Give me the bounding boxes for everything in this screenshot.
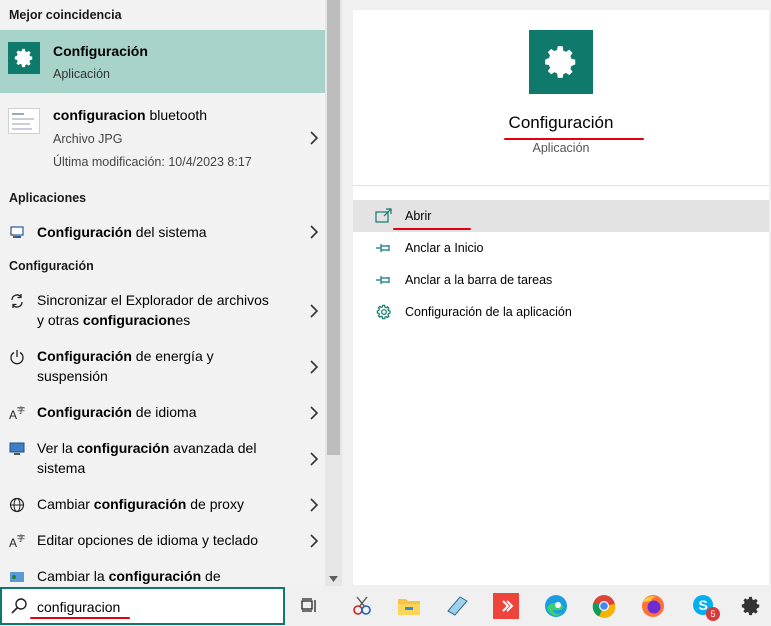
result-label: Cambiar configuración de proxy bbox=[37, 496, 244, 512]
result-label: Sincronizar el Explorador de archivos y o… bbox=[37, 292, 269, 328]
action-label: Configuración de la aplicación bbox=[405, 305, 572, 319]
svg-text:A: A bbox=[9, 408, 17, 421]
result-language-settings[interactable]: A字 Configuración de idioma bbox=[0, 402, 325, 426]
file-explorer-icon[interactable] bbox=[394, 591, 424, 621]
result-label: Ver la configuración avanzada del sistema bbox=[37, 440, 257, 476]
svg-text:字: 字 bbox=[17, 533, 25, 543]
start-menu-search: Mejor coincidencia Configuración Aplicac… bbox=[0, 0, 771, 626]
app-type: Aplicación bbox=[532, 141, 590, 155]
results-scrollbar[interactable] bbox=[325, 0, 342, 586]
result-label: Configuración del sistema bbox=[37, 224, 207, 240]
action-label: Abrir bbox=[405, 209, 432, 223]
task-view-icon[interactable] bbox=[295, 591, 325, 621]
document-modified: Última modificación: 10/4/2023 8:17 bbox=[53, 155, 252, 169]
snipping-tool-icon[interactable] bbox=[347, 591, 377, 621]
annotation-underline bbox=[393, 228, 471, 230]
sync-icon bbox=[8, 292, 26, 310]
globe-icon bbox=[8, 496, 26, 514]
notepad-icon[interactable] bbox=[442, 591, 472, 621]
skype-icon[interactable]: S 5 bbox=[689, 591, 720, 621]
result-label: Editar opciones de idioma y teclado bbox=[37, 532, 259, 548]
best-match-subtitle: Aplicación bbox=[53, 67, 110, 81]
settings-app-icon bbox=[8, 42, 40, 74]
scroll-down-arrow-icon[interactable] bbox=[329, 576, 338, 582]
svg-text:字: 字 bbox=[17, 405, 25, 415]
result-keyboard-language[interactable]: A字 Editar opciones de idioma y teclado bbox=[0, 530, 325, 554]
annotation-underline bbox=[504, 138, 644, 140]
best-match-header: Mejor coincidencia bbox=[9, 8, 122, 22]
settings-icon[interactable] bbox=[736, 591, 766, 621]
result-sync-explorer[interactable]: Sincronizar el Explorador de archivos y o… bbox=[0, 290, 325, 334]
edge-icon[interactable] bbox=[541, 591, 571, 621]
result-proxy[interactable]: Cambiar configuración de proxy bbox=[0, 494, 325, 518]
apps-header: Aplicaciones bbox=[9, 191, 87, 205]
skype-badge: 5 bbox=[706, 607, 720, 621]
annotation-underline bbox=[30, 617, 130, 619]
document-title: configuracion bluetooth bbox=[53, 107, 208, 123]
result-change-config[interactable]: Cambiar la configuración de bbox=[0, 566, 325, 586]
chevron-right-icon[interactable] bbox=[309, 304, 319, 318]
result-power-settings[interactable]: Configuración de energía y suspensión bbox=[0, 346, 325, 390]
gear-icon bbox=[376, 304, 391, 320]
control-panel-icon bbox=[8, 568, 26, 586]
best-match-item[interactable]: Configuración Aplicación bbox=[0, 30, 325, 93]
chevron-right-icon[interactable] bbox=[309, 225, 319, 239]
settings-app-icon bbox=[529, 30, 593, 94]
chevron-right-icon[interactable] bbox=[309, 452, 319, 466]
action-label: Anclar a Inicio bbox=[405, 241, 484, 255]
result-label: Cambiar la configuración de bbox=[37, 568, 221, 584]
jpg-thumbnail-icon bbox=[8, 108, 40, 134]
pin-icon bbox=[376, 244, 390, 252]
chevron-right-icon[interactable] bbox=[309, 131, 319, 145]
scrollbar-thumb[interactable] bbox=[327, 0, 340, 455]
chevron-right-icon[interactable] bbox=[309, 498, 319, 512]
power-icon bbox=[8, 348, 26, 366]
result-advanced-system[interactable]: Ver la configuración avanzada del sistema bbox=[0, 438, 325, 482]
anydesk-icon[interactable] bbox=[491, 591, 521, 621]
search-box[interactable] bbox=[0, 587, 285, 625]
app-name: Configuración bbox=[508, 113, 614, 132]
app-preview-panel: Configuración Aplicación Abrir Anclar a … bbox=[353, 10, 769, 585]
open-icon bbox=[375, 208, 392, 223]
pin-icon bbox=[376, 276, 390, 284]
monitor-icon bbox=[8, 440, 26, 458]
language-icon: A字 bbox=[8, 532, 26, 550]
search-icon bbox=[11, 598, 27, 614]
action-app-settings[interactable]: Configuración de la aplicación bbox=[353, 296, 769, 328]
best-match-title: Configuración bbox=[53, 43, 148, 59]
result-system-settings[interactable]: Configuración del sistema bbox=[0, 220, 325, 246]
settings-header: Configuración bbox=[9, 259, 94, 273]
search-results-panel: Mejor coincidencia Configuración Aplicac… bbox=[0, 0, 325, 586]
system-settings-icon bbox=[8, 223, 26, 241]
document-result[interactable]: configuracion bluetooth Archivo JPG Últi… bbox=[0, 95, 325, 180]
document-type: Archivo JPG bbox=[53, 132, 123, 146]
result-label: Configuración de energía y suspensión bbox=[37, 348, 214, 384]
action-pin-start[interactable]: Anclar a Inicio bbox=[353, 232, 769, 264]
chevron-right-icon[interactable] bbox=[309, 406, 319, 420]
action-pin-taskbar[interactable]: Anclar a la barra de tareas bbox=[353, 264, 769, 296]
chevron-right-icon[interactable] bbox=[309, 360, 319, 374]
divider bbox=[353, 185, 769, 186]
chrome-icon[interactable] bbox=[589, 591, 619, 621]
search-input[interactable] bbox=[37, 596, 277, 618]
firefox-icon[interactable] bbox=[638, 591, 668, 621]
language-icon: A字 bbox=[8, 404, 26, 422]
result-label: Configuración de idioma bbox=[37, 404, 197, 420]
svg-text:A: A bbox=[9, 536, 17, 549]
chevron-right-icon[interactable] bbox=[309, 534, 319, 548]
action-label: Anclar a la barra de tareas bbox=[405, 273, 553, 287]
